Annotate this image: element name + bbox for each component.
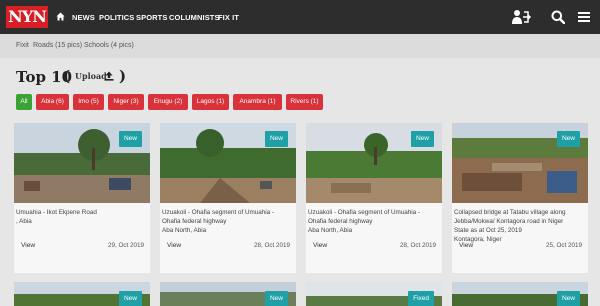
tag-lagos[interactable]: Lagos (1) (192, 94, 229, 110)
status-badge: New (410, 131, 434, 147)
status-badge: New (118, 131, 142, 147)
status-badge: New (556, 291, 580, 306)
card-date: 28, Oct 2019 (253, 242, 290, 249)
home-icon[interactable] (56, 12, 65, 21)
photo-card[interactable]: New (160, 282, 296, 306)
view-button[interactable]: View (313, 242, 327, 249)
search-icon[interactable] (551, 10, 565, 24)
status-badge: New (264, 291, 288, 306)
nav-fixit[interactable]: FIX IT (218, 13, 239, 22)
photo-card[interactable]: New Uzuakoli - Ohafia segment of Umuahia… (306, 123, 442, 273)
upload-icon[interactable] (104, 71, 114, 81)
nav-news[interactable]: NEWS (72, 13, 95, 22)
tag-anambra[interactable]: Anambra (1) (233, 94, 282, 110)
card-title: Umuahia - Ikot Ekpene Road , Abia (16, 209, 97, 225)
filter-schools[interactable]: Schools (4 pics) (84, 42, 134, 49)
paren-open: ( (63, 67, 71, 85)
photo-card[interactable]: New Umuahia - Ikot Ekpene Road , Abia Vi… (14, 123, 150, 273)
filter-fixit[interactable]: Fixit (16, 42, 29, 49)
tag-enugu[interactable]: Enugu (2) (148, 94, 188, 110)
photo-card[interactable]: New Collapsed bridge at Tatabu village a… (452, 123, 588, 273)
status-badge: New (556, 131, 580, 147)
user-signout-icon[interactable] (512, 9, 532, 25)
card-date: 28, Oct 2019 (399, 242, 436, 249)
photo-card[interactable]: New (14, 282, 150, 306)
menu-icon[interactable] (578, 12, 590, 22)
view-button[interactable]: View (459, 242, 473, 249)
filter-roads[interactable]: Roads (15 pics) (33, 42, 82, 49)
tag-all[interactable]: All (16, 94, 32, 110)
card-title: Uzuakoli - Ohafia segment of Umuahia - O… (308, 209, 420, 234)
tag-niger[interactable]: Niger (3) (108, 94, 144, 110)
card-title: Uzuakoli - Ohafia segment of Umuahia - O… (162, 209, 274, 234)
category-filter-bar: Fixit Roads (15 pics) Schools (4 pics) (0, 34, 600, 58)
card-title: Collapsed bridge at Tatabu village along… (454, 209, 566, 243)
nav-sports[interactable]: SPORTS (136, 13, 167, 22)
card-date: 25, Oct 2019 (545, 242, 582, 249)
status-badge: New (264, 131, 288, 147)
nav-politics[interactable]: POLITICS (99, 13, 134, 22)
view-button[interactable]: View (167, 242, 181, 249)
status-badge: New (118, 291, 142, 306)
tag-imo[interactable]: Imo (5) (73, 94, 104, 110)
card-date: 29, Oct 2019 (107, 242, 144, 249)
tag-abia[interactable]: Abia (6) (36, 94, 69, 110)
photo-card[interactable]: New (452, 282, 588, 306)
photo-card[interactable]: New Uzuakoli - Ohafia segment of Umuahia… (160, 123, 296, 273)
nav-columnists[interactable]: COLUMNISTS (169, 13, 220, 22)
site-logo[interactable]: NYN (6, 6, 48, 28)
paren-close: ) (119, 67, 127, 85)
top-navbar: NYN NEWS POLITICS SPORTS COLUMNISTS FIX … (0, 0, 600, 34)
upload-label[interactable]: Upload (75, 71, 107, 81)
tag-rivers[interactable]: Rivers (1) (286, 94, 323, 110)
status-badge: Fixed (408, 291, 434, 306)
view-button[interactable]: View (21, 242, 35, 249)
photo-card[interactable]: Fixed (306, 282, 442, 306)
